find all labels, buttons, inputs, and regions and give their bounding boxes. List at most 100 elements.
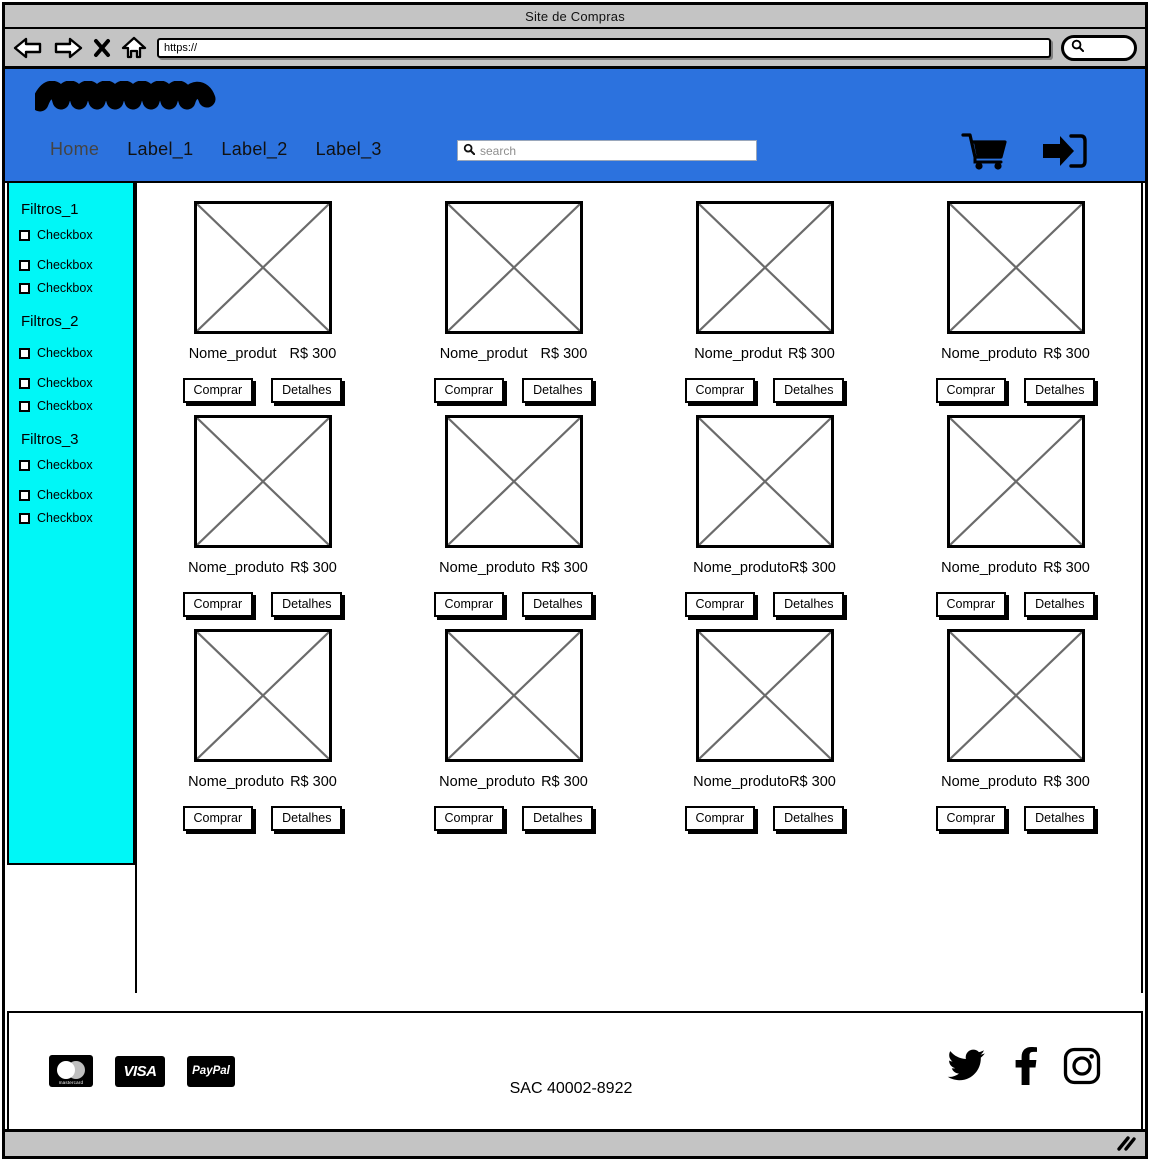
twitter-icon[interactable] — [947, 1049, 987, 1088]
checkbox-box[interactable] — [19, 259, 30, 271]
product-actions: Comprar Detalhes — [433, 378, 594, 403]
instagram-icon[interactable] — [1063, 1047, 1101, 1090]
filter-checkbox[interactable]: Checkbox — [19, 346, 133, 360]
product-card: Nome_produt R$ 300 Comprar Detalhes — [137, 197, 388, 403]
nav-item-label-3[interactable]: Label_3 — [316, 139, 382, 160]
checkbox-box[interactable] — [19, 282, 30, 294]
filters-sidebar: Filtros_1 Checkbox Checkbox Checkbox Fil… — [7, 183, 135, 865]
product-image-placeholder[interactable] — [193, 415, 332, 548]
product-image-placeholder[interactable] — [444, 629, 583, 762]
product-price: R$ 300 — [1043, 560, 1090, 576]
filter-checkbox[interactable]: Checkbox — [19, 511, 133, 525]
product-image-placeholder[interactable] — [695, 415, 834, 548]
product-actions: Comprar Detalhes — [935, 378, 1096, 403]
product-name: Nome_produto — [188, 560, 285, 576]
buy-button[interactable]: Comprar — [935, 806, 1007, 831]
product-image-placeholder[interactable] — [695, 201, 834, 334]
url-input[interactable]: https:// — [157, 37, 1051, 58]
product-image-placeholder[interactable] — [695, 629, 834, 762]
details-button[interactable]: Detalhes — [522, 806, 594, 831]
shopping-cart-icon[interactable] — [961, 131, 1009, 176]
filter-checkbox[interactable]: Checkbox — [19, 488, 133, 502]
filter-checkbox[interactable]: Checkbox — [19, 281, 133, 295]
product-image-placeholder[interactable] — [193, 201, 332, 334]
product-meta: Nome_produto R$ 300 — [941, 774, 1090, 790]
status-bar — [5, 1132, 1145, 1156]
checkbox-box[interactable] — [19, 489, 30, 501]
details-button[interactable]: Detalhes — [271, 592, 343, 617]
product-image-placeholder[interactable] — [946, 629, 1085, 762]
mastercard-icon: mastercard — [49, 1055, 93, 1087]
buy-button[interactable]: Comprar — [684, 378, 756, 403]
social-links — [947, 1046, 1101, 1090]
details-button[interactable]: Detalhes — [773, 378, 845, 403]
product-actions: Comprar Detalhes — [935, 592, 1096, 617]
checkbox-box[interactable] — [19, 400, 30, 412]
details-button[interactable]: Detalhes — [522, 592, 594, 617]
nav-item-home[interactable]: Home — [50, 139, 99, 160]
browser-window: Site de Compras https:// Home Label_1 La… — [2, 2, 1148, 1159]
product-actions: Comprar Detalhes — [684, 806, 845, 831]
buy-button[interactable]: Comprar — [433, 378, 505, 403]
checkbox-box[interactable] — [19, 229, 30, 241]
buy-button[interactable]: Comprar — [433, 592, 505, 617]
checkbox-label: Checkbox — [37, 258, 93, 272]
resize-grip-icon[interactable] — [1115, 1136, 1137, 1152]
buy-button[interactable]: Comprar — [935, 378, 1007, 403]
details-button[interactable]: Detalhes — [773, 806, 845, 831]
filter-checkbox[interactable]: Checkbox — [19, 376, 133, 390]
forward-arrow-icon[interactable] — [53, 37, 83, 59]
filter-checkbox[interactable]: Checkbox — [19, 228, 133, 242]
product-card: Nome_produtoR$ 300ComprarDetalhes — [639, 411, 890, 617]
details-button[interactable]: Detalhes — [1024, 592, 1096, 617]
close-x-icon[interactable] — [93, 38, 111, 58]
checkbox-box[interactable] — [19, 377, 30, 389]
product-actions: Comprar Detalhes — [182, 378, 343, 403]
filter-checkbox[interactable]: Checkbox — [19, 258, 133, 272]
details-button[interactable]: Detalhes — [271, 806, 343, 831]
product-name: Nome_produto — [188, 774, 285, 790]
page-viewport: Home Label_1 Label_2 Label_3 search Filt… — [5, 69, 1145, 1132]
details-button[interactable]: Detalhes — [522, 378, 594, 403]
product-image-placeholder[interactable] — [444, 415, 583, 548]
checkbox-box[interactable] — [19, 459, 30, 471]
buy-button[interactable]: Comprar — [684, 592, 756, 617]
product-image-placeholder[interactable] — [444, 201, 583, 334]
details-button[interactable]: Detalhes — [271, 378, 343, 403]
buy-button[interactable]: Comprar — [433, 806, 505, 831]
product-image-placeholder[interactable] — [193, 629, 332, 762]
filter-checkbox[interactable]: Checkbox — [19, 399, 133, 413]
product-image-placeholder[interactable] — [946, 201, 1085, 334]
nav-item-label-1[interactable]: Label_1 — [127, 139, 193, 160]
filter-checkbox[interactable]: Checkbox — [19, 458, 133, 472]
product-name: Nome_produto — [693, 774, 790, 790]
product-actions: Comprar Detalhes — [684, 592, 845, 617]
buy-button[interactable]: Comprar — [182, 378, 254, 403]
buy-button[interactable]: Comprar — [684, 806, 756, 831]
details-button[interactable]: Detalhes — [1024, 378, 1096, 403]
product-name: Nome_produt — [694, 346, 783, 362]
buy-button[interactable]: Comprar — [935, 592, 1007, 617]
facebook-icon[interactable] — [1013, 1046, 1037, 1090]
product-meta: Nome_produto R$ 300 — [941, 346, 1090, 362]
buy-button[interactable]: Comprar — [182, 592, 254, 617]
products-panel: Nome_produt R$ 300 Comprar Detalhes Nome_pro… — [135, 183, 1143, 993]
product-name: Nome_produt — [439, 346, 528, 362]
details-button[interactable]: Detalhes — [773, 592, 845, 617]
product-card: Nome_produtoR$ 300ComprarDetalhes — [639, 625, 890, 831]
home-icon[interactable] — [121, 36, 147, 60]
site-search-input[interactable]: search — [457, 140, 757, 161]
product-image-placeholder[interactable] — [946, 415, 1085, 548]
product-meta: Nome_produto R$ 300 — [188, 560, 337, 576]
checkbox-box[interactable] — [19, 347, 30, 359]
login-arrow-icon[interactable] — [1041, 131, 1087, 176]
browser-search-box[interactable] — [1061, 34, 1137, 61]
checkbox-label: Checkbox — [37, 511, 93, 525]
back-arrow-icon[interactable] — [13, 37, 43, 59]
nav-item-label-2[interactable]: Label_2 — [221, 139, 287, 160]
scribble-logo[interactable] — [31, 80, 225, 113]
details-button[interactable]: Detalhes — [1024, 806, 1096, 831]
product-card: Nome_produtoR$ 300 Comprar Detalhes — [890, 625, 1141, 831]
checkbox-box[interactable] — [19, 512, 30, 524]
buy-button[interactable]: Comprar — [182, 806, 254, 831]
